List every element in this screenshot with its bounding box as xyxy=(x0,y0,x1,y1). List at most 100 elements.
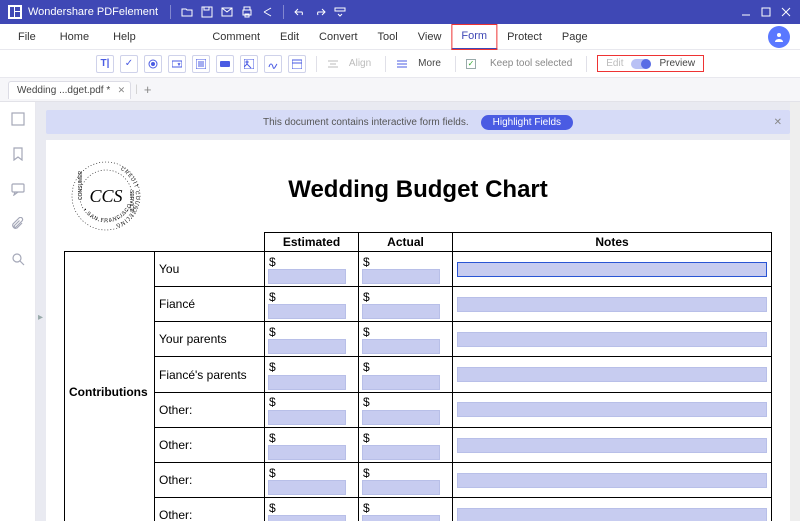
form-field[interactable] xyxy=(268,375,346,390)
doc-tab[interactable]: Wedding ...dget.pdf * ✕ xyxy=(8,81,131,99)
edit-mode-label[interactable]: Edit xyxy=(606,58,623,69)
menubar: File Home Help Comment Edit Convert Tool… xyxy=(0,24,800,50)
doc-title: Wedding Budget Chart xyxy=(64,176,772,204)
open-icon[interactable] xyxy=(177,0,197,24)
col-actual: Actual xyxy=(359,233,453,252)
undo-icon[interactable] xyxy=(290,0,310,24)
table-row: Other:$$ xyxy=(65,427,772,462)
edit-preview-toggle[interactable] xyxy=(631,59,651,69)
row-label: You xyxy=(155,252,265,287)
preview-mode-label[interactable]: Preview xyxy=(659,58,695,69)
tab-page[interactable]: Page xyxy=(552,24,598,50)
svg-text:SERVICE: SERVICE xyxy=(128,190,134,213)
row-label: Other: xyxy=(155,498,265,521)
signature-tool-icon[interactable] xyxy=(264,55,282,73)
thumbnails-icon[interactable] xyxy=(11,112,25,129)
form-banner: This document contains interactive form … xyxy=(46,110,790,134)
form-field[interactable] xyxy=(457,473,767,488)
bookmarks-icon[interactable] xyxy=(11,147,25,164)
form-field[interactable] xyxy=(362,515,440,521)
form-field[interactable] xyxy=(268,445,346,460)
form-field[interactable] xyxy=(457,402,767,417)
close-icon[interactable] xyxy=(776,0,796,24)
table-row: Fiancé$$ xyxy=(65,287,772,322)
form-field[interactable] xyxy=(362,375,440,390)
form-field[interactable] xyxy=(362,269,440,284)
contributions-table: Estimated Actual Notes Contributions You… xyxy=(64,232,772,521)
pdf-page: CREDIT COUNSELING • SAN FRANCISCO • CONS… xyxy=(46,140,790,521)
menu-home[interactable]: Home xyxy=(50,24,99,50)
more-icon[interactable] xyxy=(396,58,408,70)
form-field[interactable] xyxy=(457,508,767,521)
comments-icon[interactable] xyxy=(11,182,25,199)
button-tool-icon[interactable] xyxy=(216,55,234,73)
attachments-icon[interactable] xyxy=(11,217,25,234)
radio-tool-icon[interactable] xyxy=(144,55,162,73)
user-avatar-icon[interactable] xyxy=(768,26,790,48)
more-label[interactable]: More xyxy=(414,58,445,69)
redo-icon[interactable] xyxy=(310,0,330,24)
image-tool-icon[interactable] xyxy=(240,55,258,73)
combobox-tool-icon[interactable] xyxy=(168,55,186,73)
align-icon[interactable] xyxy=(327,58,339,70)
banner-close-icon[interactable]: ✕ xyxy=(774,117,782,128)
form-field[interactable] xyxy=(362,304,440,319)
app-name: Wondershare PDFelement xyxy=(28,6,158,18)
tab-protect[interactable]: Protect xyxy=(497,24,552,50)
row-label: Fiancé's parents xyxy=(155,357,265,392)
table-row: Other:$$ xyxy=(65,462,772,497)
form-field[interactable] xyxy=(457,367,767,382)
row-label: Other: xyxy=(155,427,265,462)
form-field[interactable] xyxy=(457,297,767,312)
tab-convert[interactable]: Convert xyxy=(309,24,368,50)
titlebar: Wondershare PDFelement xyxy=(0,0,800,24)
add-tab-icon[interactable]: + xyxy=(138,82,158,97)
highlight-fields-button[interactable]: Highlight Fields xyxy=(481,115,573,130)
form-field[interactable] xyxy=(268,339,346,354)
dropdown-icon[interactable] xyxy=(330,0,350,24)
form-field[interactable] xyxy=(362,480,440,495)
textfield-tool-icon[interactable]: T| xyxy=(96,55,114,73)
form-field[interactable] xyxy=(362,445,440,460)
edit-preview-group: Edit Preview xyxy=(597,55,704,72)
menu-file[interactable]: File xyxy=(8,24,46,50)
keep-tool-checkbox[interactable]: ✓ xyxy=(466,59,476,69)
form-field[interactable] xyxy=(268,480,346,495)
keep-tool-label: Keep tool selected xyxy=(486,58,576,69)
tab-form[interactable]: Form xyxy=(451,24,497,50)
date-tool-icon[interactable] xyxy=(288,55,306,73)
form-field[interactable] xyxy=(457,438,767,453)
banner-text: This document contains interactive form … xyxy=(263,117,469,128)
tab-view[interactable]: View xyxy=(408,24,452,50)
menu-help[interactable]: Help xyxy=(103,24,146,50)
align-label[interactable]: Align xyxy=(345,58,375,69)
table-row: Fiancé's parents$$ xyxy=(65,357,772,392)
doc-tab-close-icon[interactable]: ✕ xyxy=(118,85,126,96)
form-field[interactable] xyxy=(362,339,440,354)
form-field[interactable] xyxy=(268,515,346,521)
sidebar-collapse-icon[interactable]: ▸ xyxy=(38,312,43,323)
table-row: Contributions You $ $ xyxy=(65,252,772,287)
form-field[interactable] xyxy=(362,410,440,425)
save-icon[interactable] xyxy=(197,0,217,24)
maximize-icon[interactable] xyxy=(756,0,776,24)
mail-icon[interactable] xyxy=(217,0,237,24)
form-field[interactable] xyxy=(268,269,346,284)
form-field[interactable] xyxy=(268,304,346,319)
form-field[interactable] xyxy=(268,410,346,425)
listbox-tool-icon[interactable] xyxy=(192,55,210,73)
minimize-icon[interactable] xyxy=(736,0,756,24)
share-icon[interactable] xyxy=(257,0,277,24)
svg-text:CCS: CCS xyxy=(89,186,122,206)
form-field[interactable] xyxy=(457,332,767,347)
form-toolbar: T| ✓ Align More ✓ Keep tool selected Edi… xyxy=(0,50,800,78)
print-icon[interactable] xyxy=(237,0,257,24)
tab-edit[interactable]: Edit xyxy=(270,24,309,50)
tab-comment[interactable]: Comment xyxy=(202,24,270,50)
search-icon[interactable] xyxy=(11,252,25,269)
vertical-scrollbar[interactable] xyxy=(790,102,800,521)
checkbox-tool-icon[interactable]: ✓ xyxy=(120,55,138,73)
form-field[interactable] xyxy=(457,262,767,277)
table-row: Your parents$$ xyxy=(65,322,772,357)
tab-tool[interactable]: Tool xyxy=(368,24,408,50)
